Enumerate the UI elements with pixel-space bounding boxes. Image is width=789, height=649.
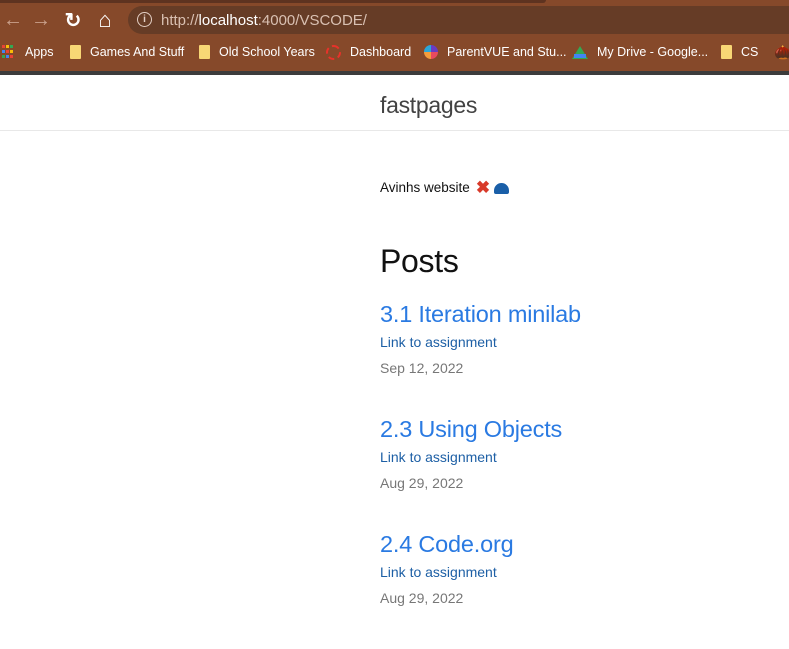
- post-item: 2.3 Using Objects Link to assignment Aug…: [380, 415, 780, 492]
- site-intro: Avinhs website ✖: [380, 177, 510, 197]
- parentvue-icon: [424, 45, 438, 59]
- blue-cap-icon: [494, 183, 510, 194]
- acorn-icon: 🌰: [774, 44, 789, 60]
- bookmark-my-drive[interactable]: My Drive - Google...: [572, 42, 708, 62]
- bookmark-games-and-stuff[interactable]: Games And Stuff: [70, 42, 184, 62]
- address-bar[interactable]: i http://localhost:4000/VSCODE/: [128, 6, 789, 34]
- site-header: fastpages: [0, 75, 789, 131]
- bookmark-label: Dashboard: [350, 45, 412, 59]
- dashboard-icon: [326, 44, 341, 60]
- bookmark-apps[interactable]: Apps: [2, 42, 54, 62]
- reload-button[interactable]: ↻: [60, 7, 86, 33]
- post-title-link[interactable]: 2.3 Using Objects: [380, 415, 780, 443]
- assignment-link[interactable]: Link to assignment: [380, 333, 780, 351]
- forward-arrow-icon: →: [31, 8, 51, 31]
- post-title-link[interactable]: 3.1 Iteration minilab: [380, 300, 780, 328]
- assignment-link[interactable]: Link to assignment: [380, 563, 780, 581]
- home-icon: ⌂: [98, 7, 112, 32]
- back-arrow-icon: ←: [3, 8, 23, 31]
- bookmark-cs[interactable]: CS: [721, 42, 758, 62]
- bookmark-old-school-years[interactable]: Old School Years: [199, 42, 315, 62]
- site-title-link[interactable]: fastpages: [380, 92, 477, 119]
- apps-grid-icon: [2, 45, 16, 59]
- google-drive-icon: [572, 45, 588, 59]
- bookmark-label: Old School Years: [219, 45, 315, 59]
- folder-icon: [721, 45, 732, 59]
- back-button[interactable]: ←: [0, 7, 26, 33]
- forward-button[interactable]: →: [28, 7, 54, 33]
- assignment-link[interactable]: Link to assignment: [380, 448, 780, 466]
- bookmark-dashboard[interactable]: Dashboard: [326, 42, 411, 62]
- post-date: Sep 12, 2022: [380, 360, 464, 376]
- site-info-icon[interactable]: i: [137, 12, 152, 27]
- bookmark-label: Games And Stuff: [90, 45, 185, 59]
- folder-icon: [70, 45, 81, 59]
- tab-strip-edge: [0, 0, 546, 3]
- bookmark-label: CS: [741, 45, 759, 59]
- post-item: 3.1 Iteration minilab Link to assignment…: [380, 300, 780, 377]
- navigation-bar: ← → ↻ ⌂ i http://localhost:4000/VSCODE/: [0, 5, 789, 35]
- post-item: 2.4 Code.org Link to assignment Aug 29, …: [380, 530, 780, 607]
- url-text[interactable]: http://localhost:4000/VSCODE/: [161, 12, 367, 29]
- browser-chrome: ← → ↻ ⌂ i http://localhost:4000/VSCODE/ …: [0, 0, 789, 75]
- url-scheme: http://: [161, 12, 199, 29]
- post-date: Aug 29, 2022: [380, 590, 464, 606]
- posts-heading: Posts: [380, 243, 459, 279]
- intro-text: Avinhs website: [380, 180, 470, 195]
- post-title-link[interactable]: 2.4 Code.org: [380, 530, 780, 558]
- bookmark-acorn[interactable]: 🌰: [774, 42, 789, 62]
- url-host: localhost: [198, 12, 258, 29]
- bookmark-parentvue[interactable]: ParentVUE and Stu...: [424, 42, 567, 62]
- folder-icon: [199, 45, 210, 59]
- bookmark-label: My Drive - Google...: [597, 45, 709, 59]
- url-path: :4000/VSCODE/: [257, 12, 367, 29]
- cross-mark-icon: ✖: [475, 177, 491, 197]
- bookmark-label: Apps: [25, 45, 54, 59]
- post-date: Aug 29, 2022: [380, 475, 464, 491]
- bookmarks-bar: Apps Games And Stuff Old School Years Da…: [0, 40, 789, 64]
- reload-icon: ↻: [64, 9, 82, 32]
- bookmark-label: ParentVUE and Stu...: [447, 45, 567, 59]
- home-button[interactable]: ⌂: [92, 7, 118, 33]
